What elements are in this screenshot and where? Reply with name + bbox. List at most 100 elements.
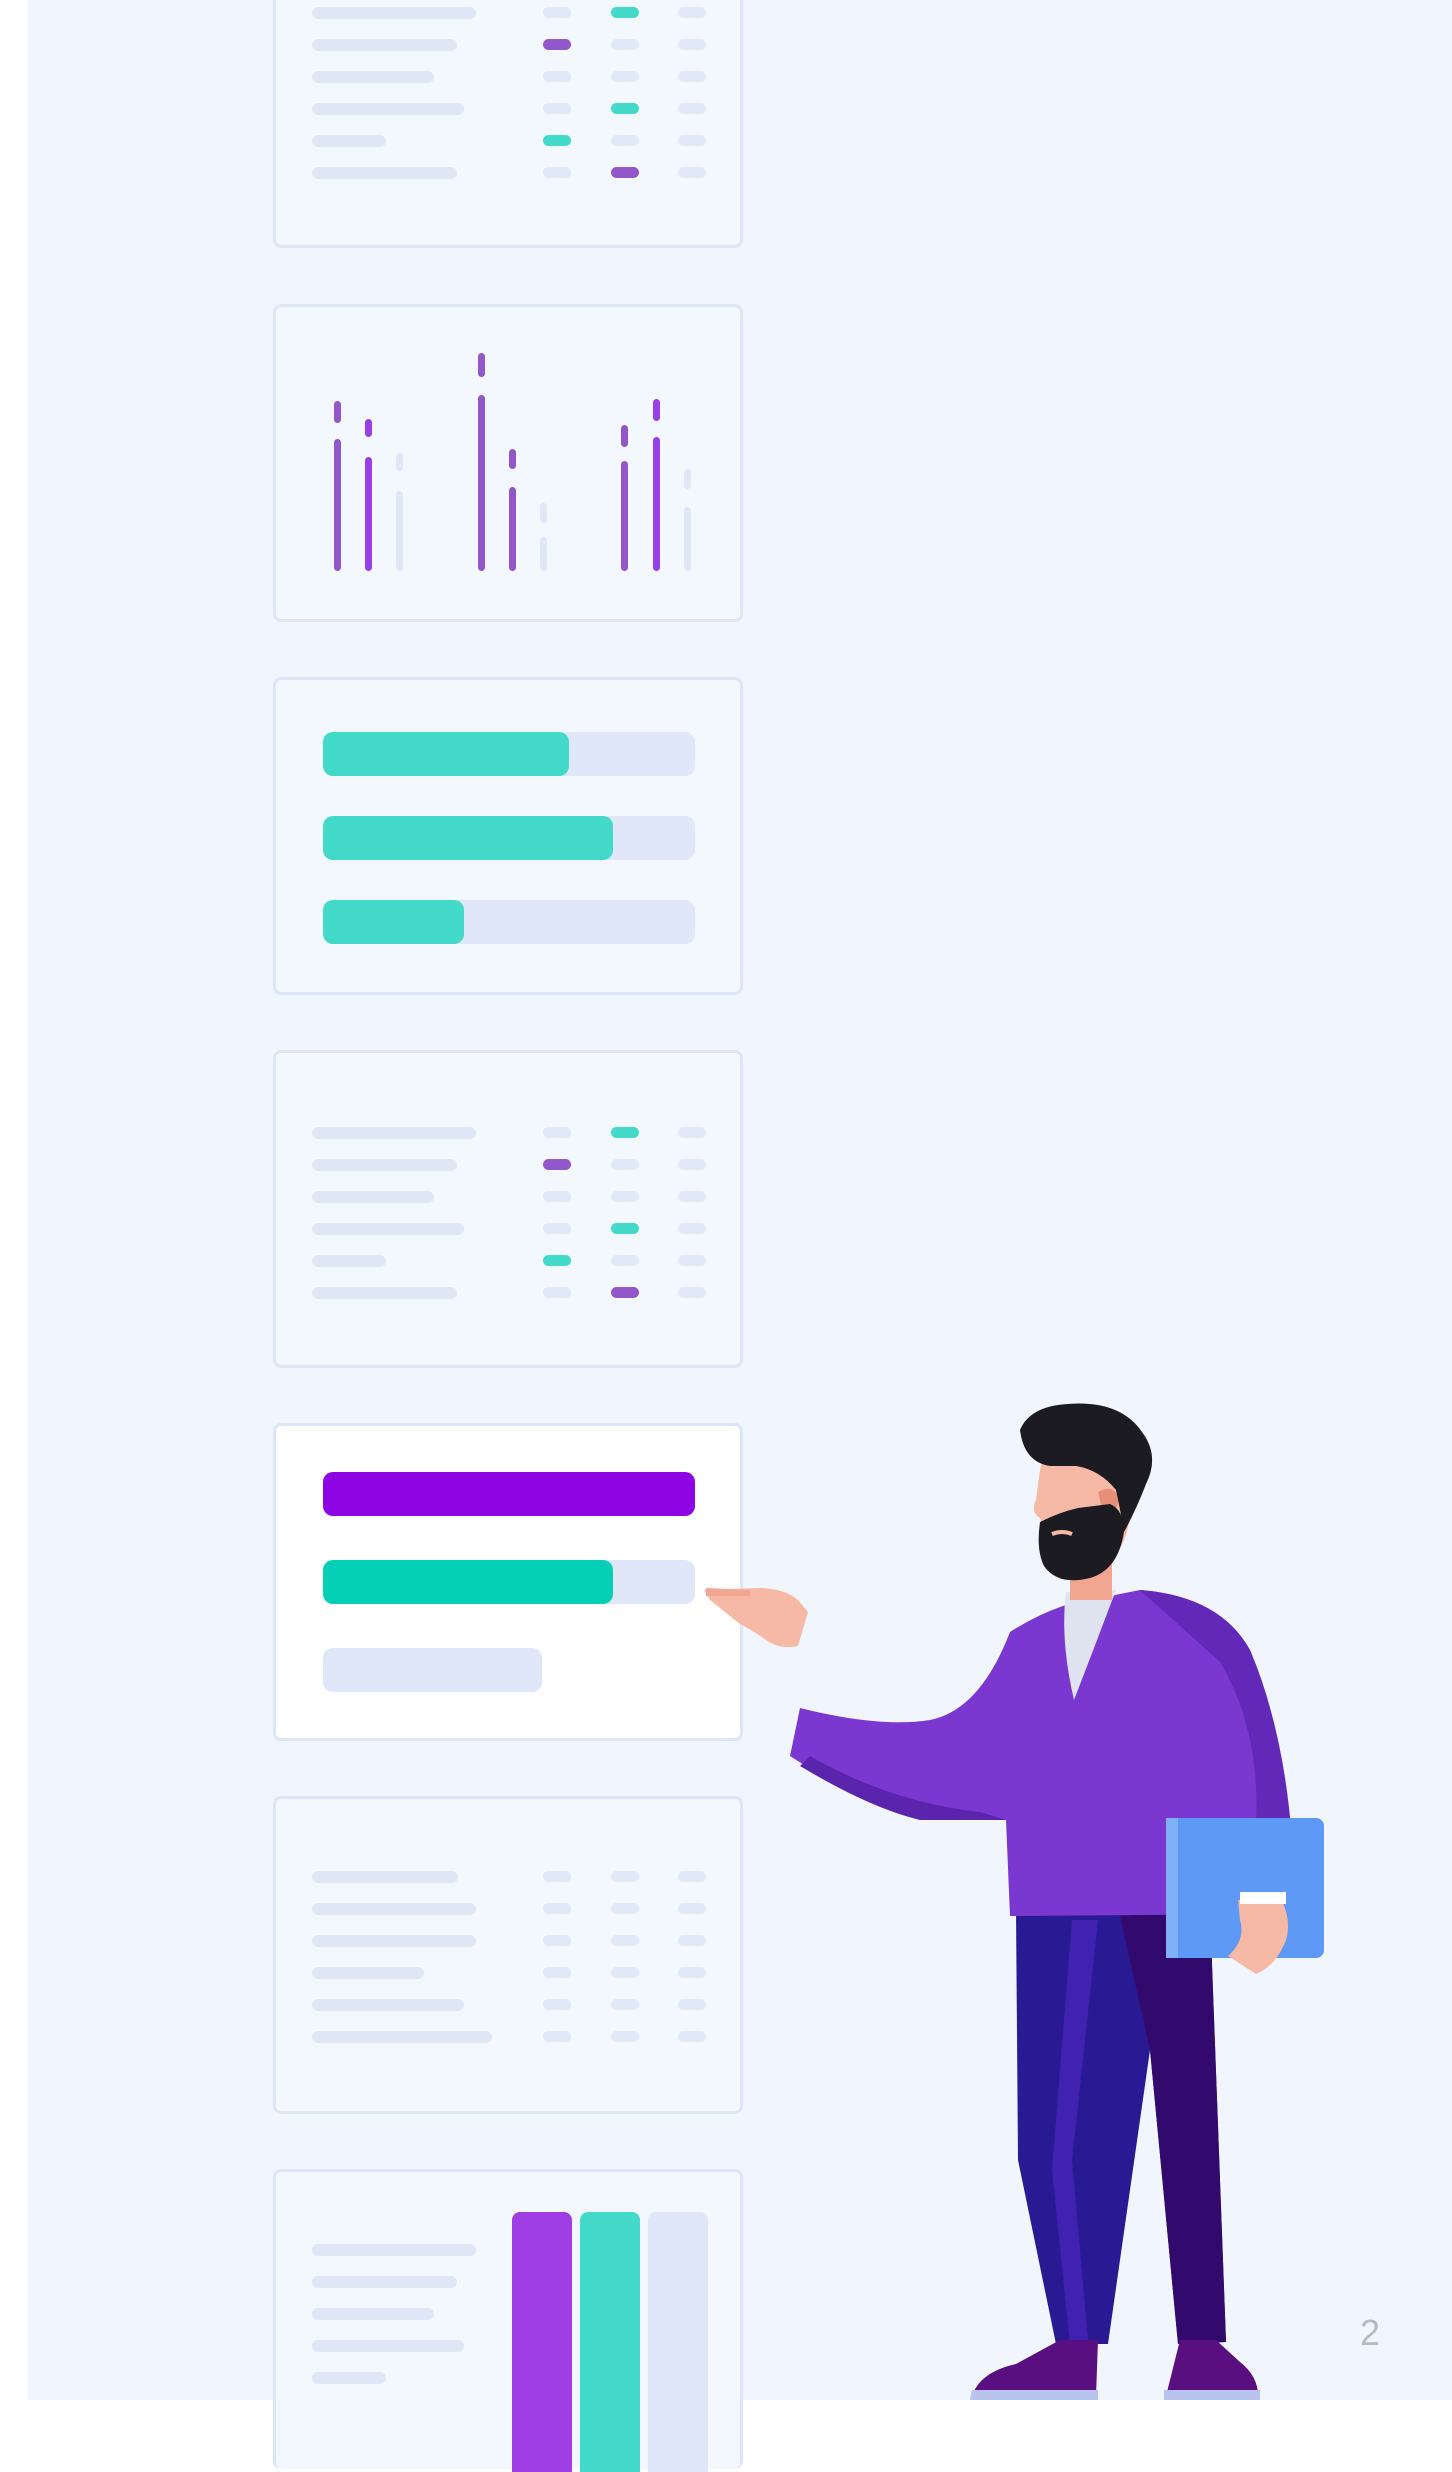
- cell-dash: [543, 1191, 571, 1202]
- progress-fill: [323, 732, 569, 776]
- chart-spike: [509, 487, 516, 571]
- cell-dash: [543, 1967, 571, 1978]
- chart-spike: [653, 399, 660, 421]
- row-placeholder: [312, 2308, 434, 2320]
- progress-fill: [323, 816, 613, 860]
- chart-spike: [396, 491, 403, 571]
- cell-dash: [678, 103, 706, 114]
- page-number: 2: [1360, 2312, 1381, 2353]
- chart-spike: [684, 469, 691, 489]
- cell-dash: [611, 1159, 639, 1170]
- row-placeholder: [312, 1999, 464, 2011]
- row-placeholder: [312, 2340, 464, 2352]
- cell-dash: [611, 71, 639, 82]
- right-shoe: [1166, 2340, 1258, 2396]
- table-card-2: [273, 1050, 743, 1368]
- cell-dash: [678, 1223, 706, 1234]
- cell-dash: [678, 7, 706, 18]
- cell-dash: [543, 167, 571, 178]
- cell-dash: [611, 135, 639, 146]
- cell-dash: [611, 167, 639, 178]
- chart-spike: [509, 449, 516, 469]
- row-placeholder: [312, 7, 476, 19]
- cell-dash: [543, 1127, 571, 1138]
- cell-dash: [611, 1127, 639, 1138]
- progress-fill: [323, 1472, 695, 1516]
- cell-dash: [678, 71, 706, 82]
- row-placeholder: [312, 1255, 386, 1267]
- cell-dash: [678, 1287, 706, 1298]
- cell-dash: [543, 71, 571, 82]
- row-placeholder: [312, 2276, 457, 2288]
- cell-dash: [611, 7, 639, 18]
- cell-dash: [611, 2031, 639, 2042]
- cell-dash: [543, 103, 571, 114]
- cell-dash: [543, 1999, 571, 2010]
- cell-dash: [678, 1191, 706, 1202]
- cell-dash: [678, 1255, 706, 1266]
- cell-dash: [678, 39, 706, 50]
- cuff: [1240, 1892, 1286, 1904]
- cell-dash: [543, 1159, 571, 1170]
- row-placeholder: [312, 1191, 434, 1203]
- row-placeholder: [312, 1223, 464, 1235]
- cell-dash: [543, 1255, 571, 1266]
- progress-card-1: [273, 677, 743, 995]
- cell-dash: [611, 103, 639, 114]
- cell-dash: [678, 1127, 706, 1138]
- left-shoe-sole: [970, 2390, 1098, 2400]
- progress-fill: [323, 1560, 613, 1604]
- cell-dash: [678, 167, 706, 178]
- cell-dash: [611, 1255, 639, 1266]
- mouth: [1051, 1530, 1073, 1536]
- pointing-hand: [704, 1588, 808, 1648]
- cell-dash: [543, 1287, 571, 1298]
- row-placeholder: [312, 1127, 476, 1139]
- column-bar: [512, 2212, 572, 2472]
- cell-dash: [611, 1999, 639, 2010]
- chart-spike: [621, 425, 628, 447]
- row-placeholder: [312, 1159, 457, 1171]
- spike-chart-card: [273, 304, 743, 622]
- row-placeholder: [312, 71, 434, 83]
- cell-dash: [611, 1935, 639, 1946]
- chart-spike: [653, 437, 660, 571]
- chart-spike: [334, 401, 341, 423]
- cell-dash: [543, 39, 571, 50]
- list-bars-card: [273, 2169, 743, 2472]
- row-placeholder: [312, 39, 457, 51]
- cell-dash: [611, 1967, 639, 1978]
- cell-dash: [543, 1871, 571, 1882]
- cell-dash: [611, 1191, 639, 1202]
- progress-card-active[interactable]: [273, 1423, 743, 1741]
- chart-spike: [621, 461, 628, 571]
- row-placeholder: [312, 2244, 476, 2256]
- chart-spike: [540, 537, 547, 571]
- row-placeholder: [312, 167, 457, 179]
- row-placeholder: [312, 2031, 492, 2043]
- table-card-1: [273, 0, 743, 248]
- chart-spike: [540, 503, 547, 523]
- cell-dash: [543, 1935, 571, 1946]
- person-illustration: [704, 1403, 1324, 2400]
- row-placeholder: [312, 1287, 457, 1299]
- progress-fill: [323, 1648, 542, 1692]
- chart-spike: [365, 457, 372, 571]
- cell-dash: [543, 1223, 571, 1234]
- cell-dash: [611, 39, 639, 50]
- cell-dash: [678, 1159, 706, 1170]
- table-card-3: [273, 1796, 743, 2114]
- cell-dash: [611, 1871, 639, 1882]
- right-shoe-sole: [1164, 2390, 1260, 2400]
- cell-dash: [543, 1903, 571, 1914]
- row-placeholder: [312, 1903, 476, 1915]
- row-placeholder: [312, 1935, 476, 1947]
- row-placeholder: [312, 1871, 458, 1883]
- progress-fill: [323, 900, 464, 944]
- cell-dash: [611, 1287, 639, 1298]
- chart-spike: [478, 395, 485, 571]
- chart-spike: [684, 507, 691, 571]
- row-placeholder: [312, 135, 386, 147]
- cell-dash: [678, 135, 706, 146]
- chart-spike: [334, 439, 341, 571]
